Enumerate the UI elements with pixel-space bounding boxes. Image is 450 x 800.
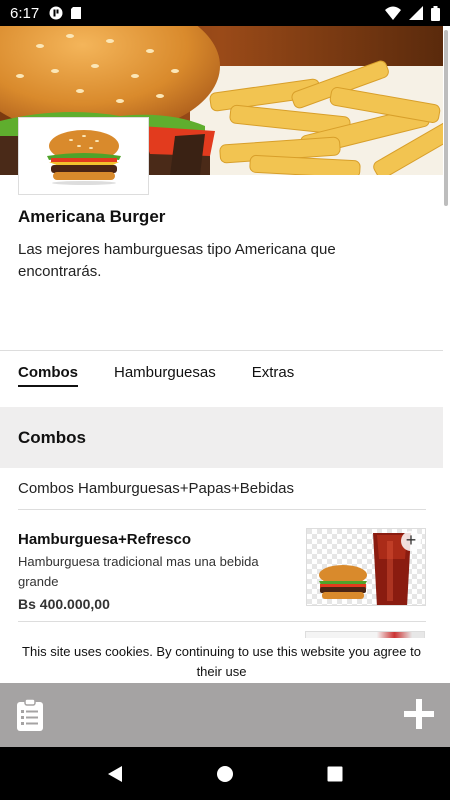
clipboard-list-icon[interactable] [16,698,44,732]
wifi-icon [385,6,401,20]
battery-icon [431,5,440,21]
status-time: 6:17 [10,4,40,22]
back-icon[interactable] [106,765,124,783]
divider [18,509,426,510]
page-scrollbar[interactable] [444,30,448,206]
category-tabs: Combos Hamburguesas Extras [18,364,294,387]
tab-combos[interactable]: Combos [18,364,78,387]
add-to-cart-icon[interactable]: + [401,531,421,551]
plus-icon[interactable] [404,699,434,729]
home-icon[interactable] [216,765,234,783]
signal-icon [409,6,423,20]
system-nav-bar [0,747,450,800]
section-title: Combos [0,407,443,468]
product-description: Hamburguesa tradicional mas una bebida g… [18,554,259,589]
divider [18,621,426,622]
tab-hamburguesas[interactable]: Hamburguesas [114,364,216,387]
app-screen: 6:17 Americana Burger Las mejores hambur… [0,0,450,800]
tabs-divider [0,350,443,351]
tab-extras[interactable]: Extras [252,364,295,387]
bottom-action-bar [0,683,450,747]
status-bar: 6:17 [0,0,450,26]
notification-icon [49,6,63,20]
store-description: Las mejores hamburguesas tipo Americana … [18,241,336,280]
product-image[interactable]: + [306,528,426,606]
burger-logo-image [46,130,121,185]
store-name: Americana Burger [18,207,166,226]
recents-icon[interactable] [326,765,344,783]
cookie-notice: This site uses cookies. By continuing to… [0,638,443,683]
section-subtitle: Combos Hamburguesas+Papas+Bebidas [18,480,294,497]
sd-card-icon [71,7,82,19]
product-card[interactable]: Hamburguesa+Refresco Hamburguesa tradici… [18,528,426,618]
store-logo [18,117,149,195]
